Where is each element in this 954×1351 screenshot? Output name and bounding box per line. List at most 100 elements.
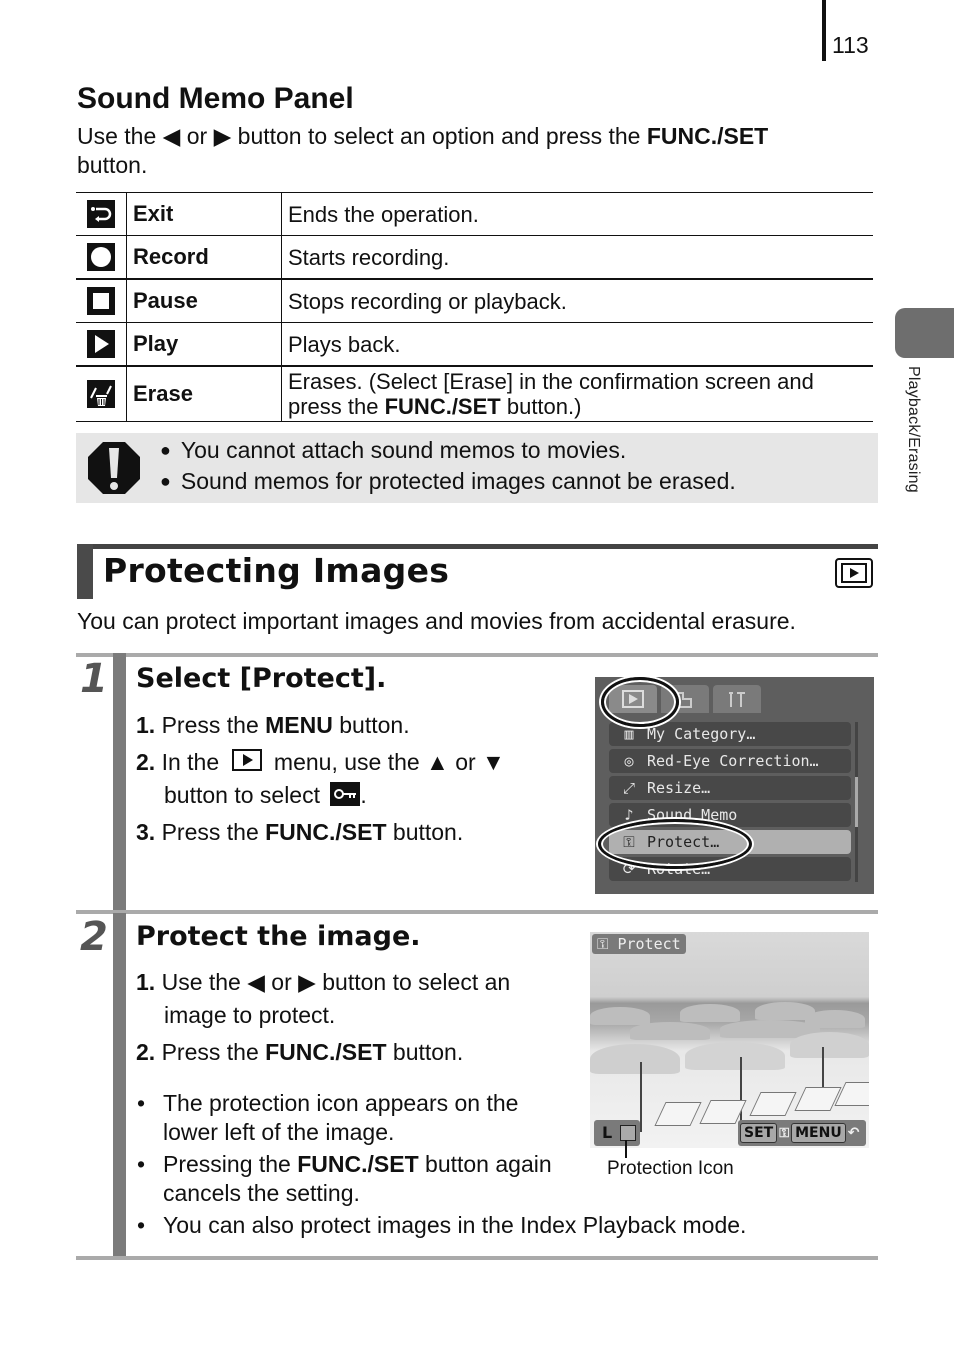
- substep: 1. Press the MENU button.: [136, 709, 576, 742]
- substep: 1. Use the ◀ or ▶ button to select an ima…: [136, 966, 576, 1032]
- row-name: Exit: [126, 192, 282, 236]
- substep-text: Use the ◀ or ▶ button to select an: [161, 969, 511, 995]
- setup-tab-icon: [713, 685, 761, 713]
- red-eye-icon: ◎: [624, 752, 634, 770]
- step-instructions: 1. Use the ◀ or ▶ button to select an ima…: [136, 966, 576, 1069]
- exit-icon: [87, 200, 115, 229]
- protected-image-screenshot: ⚿ Protect L SET ⚿ MENU ↶: [590, 932, 869, 1148]
- chapter-tab-label: Playback/Erasing: [905, 366, 922, 493]
- sound-memo-intro: Use the ◀ or ▶ button to select an optio…: [77, 122, 867, 180]
- highlight-ring: [601, 677, 679, 727]
- section-marker: [77, 544, 93, 599]
- caution-list: You cannot attach sound memos to movies.…: [160, 436, 736, 498]
- row-name: Record: [126, 235, 282, 279]
- menu-button[interactable]: MENU: [791, 1123, 846, 1143]
- key-icon: ⚿: [597, 935, 618, 953]
- row-desc: Erases. (Select [Erase] in the confirmat…: [281, 365, 873, 422]
- menu-item-label: Red-Eye Correction…: [647, 752, 819, 770]
- umbrella: [805, 1010, 865, 1028]
- step-title: Select [Protect].: [136, 663, 387, 694]
- menu-scrollbar-thumb[interactable]: [855, 777, 858, 827]
- substep-text: button.: [386, 1039, 464, 1065]
- substep: 2. In the menu, use the ▲ or ▼ button to…: [136, 746, 576, 812]
- substep: 2. Press the FUNC./SET button.: [136, 1036, 576, 1069]
- umbrella: [590, 1044, 680, 1074]
- beach-chair: [749, 1092, 797, 1116]
- erase-icon: [87, 380, 115, 409]
- umbrella: [790, 1032, 869, 1058]
- protect-badge-label: Protect: [617, 935, 681, 953]
- caution-item: You cannot attach sound memos to movies.: [160, 436, 736, 467]
- record-icon: [87, 243, 115, 272]
- key-icon: ⚿: [779, 1126, 790, 1141]
- func-set-label: FUNC./SET: [265, 1039, 387, 1065]
- menu-item-label: My Category…: [647, 725, 756, 743]
- substep-text: button to select: [164, 782, 327, 808]
- image-size-label: L: [602, 1123, 613, 1142]
- substep-text: Press the: [161, 712, 266, 738]
- step-bar: [113, 913, 126, 1258]
- step-number: 1: [80, 656, 108, 702]
- page-number-bar: [822, 0, 826, 61]
- substep: 3. Press the FUNC./SET button.: [136, 816, 576, 849]
- step-divider: [76, 1256, 878, 1260]
- func-set-label: FUNC./SET: [297, 1151, 419, 1177]
- menu-item-label: Resize…: [647, 779, 711, 797]
- chapter-tab: [895, 308, 954, 358]
- row-name: Play: [126, 322, 282, 366]
- row-desc: Starts recording.: [281, 235, 873, 279]
- step-notes-extra: You can also protect images in the Index…: [137, 1211, 857, 1240]
- playback-menu-icon: [231, 748, 262, 771]
- protection-icon-callout: Protection Icon: [607, 1158, 734, 1179]
- substep-text: image to protect.: [164, 1002, 336, 1028]
- step-notes: The protection icon appears on the lower…: [137, 1089, 567, 1208]
- substep-text: Press the: [161, 1039, 266, 1065]
- substep-number: 3.: [136, 819, 156, 845]
- menu-item-red-eye[interactable]: ◎ Red-Eye Correction…: [609, 749, 851, 773]
- camera-menu-screenshot: ▥ My Category… ◎ Red-Eye Correction… ⤢ Resi…: [595, 677, 874, 894]
- row-desc-text-end: button.): [500, 394, 582, 419]
- umbrella: [680, 1004, 740, 1022]
- beach-chair: [834, 1082, 869, 1106]
- note-item: Pressing the FUNC./SET button again canc…: [137, 1150, 567, 1208]
- substep-number: 1.: [136, 969, 156, 995]
- substep-text: In the: [161, 749, 226, 775]
- playback-mode-icon: [835, 558, 873, 588]
- beach-chair: [654, 1102, 702, 1126]
- callout-line: [625, 1140, 627, 1158]
- table-row: Record Starts recording.: [76, 235, 873, 279]
- play-icon: [87, 330, 115, 359]
- row-name: Erase: [126, 365, 282, 422]
- image-info-pill: L: [594, 1120, 640, 1146]
- pause-icon: [87, 287, 115, 316]
- page-number: 113: [832, 32, 869, 58]
- step-instructions: 1. Press the MENU button. 2. In the menu…: [136, 709, 576, 849]
- substep-number: 2.: [136, 749, 156, 775]
- table-row: Exit Ends the operation.: [76, 192, 873, 236]
- table-row: Pause Stops recording or playback.: [76, 278, 873, 323]
- intro-text-end: button.: [77, 152, 148, 178]
- func-set-label: FUNC./SET: [384, 394, 501, 419]
- step-title: Protect the image.: [136, 921, 421, 952]
- umbrella-pole: [740, 1057, 742, 1127]
- step-number: 2: [80, 914, 108, 960]
- substep-text: .: [360, 782, 367, 808]
- menu-button-label: MENU: [265, 712, 333, 738]
- step-bar: [113, 653, 126, 913]
- menu-item-resize[interactable]: ⤢ Resize…: [609, 776, 851, 800]
- protection-icon: [620, 1125, 636, 1141]
- row-name: Pause: [126, 278, 282, 323]
- step-divider: [76, 653, 878, 657]
- highlight-ring: [598, 819, 752, 869]
- func-set-label: FUNC./SET: [646, 123, 769, 149]
- umbrella: [685, 1042, 785, 1070]
- caution-icon: [86, 440, 142, 501]
- protecting-description: You can protect important images and mov…: [77, 608, 796, 634]
- table-row: Erase Erases. (Select [Erase] in the con…: [76, 365, 873, 422]
- umbrella-pole: [640, 1062, 642, 1132]
- substep-text: menu, use the ▲ or ▼: [267, 749, 505, 775]
- sound-memo-table: Exit Ends the operation. Record Starts r…: [76, 192, 873, 422]
- substep-number: 2.: [136, 1039, 156, 1065]
- substep-text: button.: [332, 712, 410, 738]
- set-button[interactable]: SET: [740, 1123, 778, 1143]
